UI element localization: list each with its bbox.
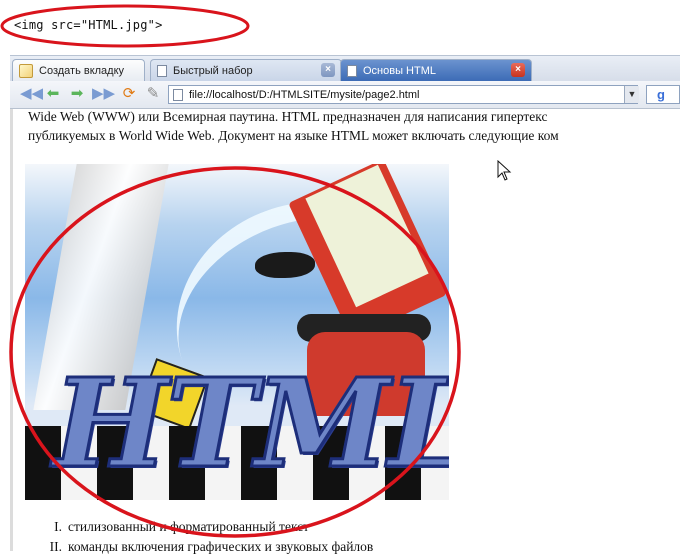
tab-speed-dial[interactable]: Быстрый набор × (150, 59, 342, 81)
list-item: II. команды включения графических и звук… (50, 539, 374, 555)
cat-silhouette (255, 252, 315, 278)
html-logo-text: HTML (52, 351, 449, 495)
tab-bar: Создать вкладку Быстрый набор × Основы H… (10, 55, 680, 82)
close-icon[interactable]: × (511, 63, 525, 77)
list-text: стилизованный и форматированный текст (68, 519, 310, 534)
address-bar[interactable]: file://localhost/D:/HTMLSITE/mysite/page… (168, 85, 638, 104)
tab-html-basics[interactable]: Основы HTML × (340, 59, 532, 81)
navigation-bar: ◀◀ ⬅ ➡ ▶▶ ⟳ ✎ file://localhost/D:/HTMLSI… (10, 81, 680, 109)
forward-icon[interactable]: ➡ (68, 85, 86, 103)
tab-label: Создать вкладку (39, 64, 125, 77)
page-icon (347, 64, 357, 77)
tab-label: Быстрый набор (173, 64, 253, 77)
pencil-icon[interactable]: ✎ (144, 85, 162, 103)
close-icon[interactable]: × (321, 63, 335, 77)
rewind-icon[interactable]: ◀◀ (20, 85, 43, 103)
tab-new[interactable]: Создать вкладку (12, 59, 145, 81)
cursor-icon (497, 160, 512, 181)
page-icon (173, 88, 183, 101)
new-tab-icon (19, 63, 33, 78)
fast-forward-icon[interactable]: ▶▶ (92, 85, 115, 103)
list-number: I. (54, 519, 62, 534)
list-text: команды включения графических и звуковых… (68, 539, 374, 554)
list-number: II. (49, 539, 62, 554)
page-content: Wide Web (WWW) или Всемирная паутина. HT… (10, 109, 680, 554)
google-g-icon[interactable]: g (646, 85, 680, 104)
chevron-down-icon[interactable]: ▼ (624, 86, 639, 103)
paragraph-line: Wide Web (WWW) или Всемирная паутина. HT… (28, 109, 548, 124)
page-icon (157, 64, 167, 77)
address-text: file://localhost/D:/HTMLSITE/mysite/page… (189, 88, 420, 101)
html-image: HTML (25, 164, 449, 500)
tab-label: Основы HTML (363, 64, 436, 77)
code-snippet: <img src="HTML.jpg"> (14, 18, 163, 32)
list-item: I. стилизованный и форматированный текст (54, 519, 310, 535)
panel-edge (10, 109, 13, 551)
back-icon[interactable]: ⬅ (44, 85, 62, 103)
reload-icon[interactable]: ⟳ (120, 85, 138, 103)
paragraph-line: публикуемых в World Wide Web. Документ н… (28, 128, 559, 143)
